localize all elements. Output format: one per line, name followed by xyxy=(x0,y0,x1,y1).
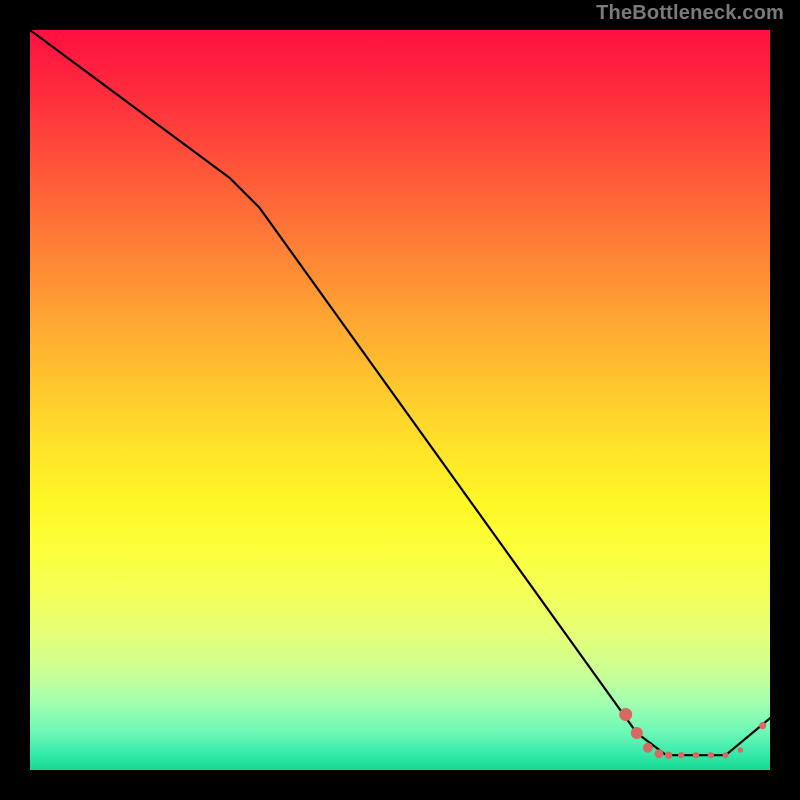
curve-marker xyxy=(655,749,664,758)
chart-svg xyxy=(30,30,770,770)
watermark-text: TheBottleneck.com xyxy=(596,2,784,25)
curve-marker xyxy=(665,752,672,759)
chart-frame: TheBottleneck.com xyxy=(0,0,800,800)
curve-marker xyxy=(708,752,714,758)
curve-markers xyxy=(619,708,766,759)
curve-marker xyxy=(619,708,632,721)
curve-marker xyxy=(643,743,653,753)
curve-marker xyxy=(738,747,744,753)
curve-marker xyxy=(693,752,699,758)
bottleneck-curve xyxy=(30,30,770,755)
curve-marker xyxy=(723,752,729,758)
plot-area xyxy=(30,30,770,770)
curve-marker xyxy=(759,722,766,729)
curve-marker xyxy=(678,752,684,758)
curve-marker xyxy=(631,727,643,739)
